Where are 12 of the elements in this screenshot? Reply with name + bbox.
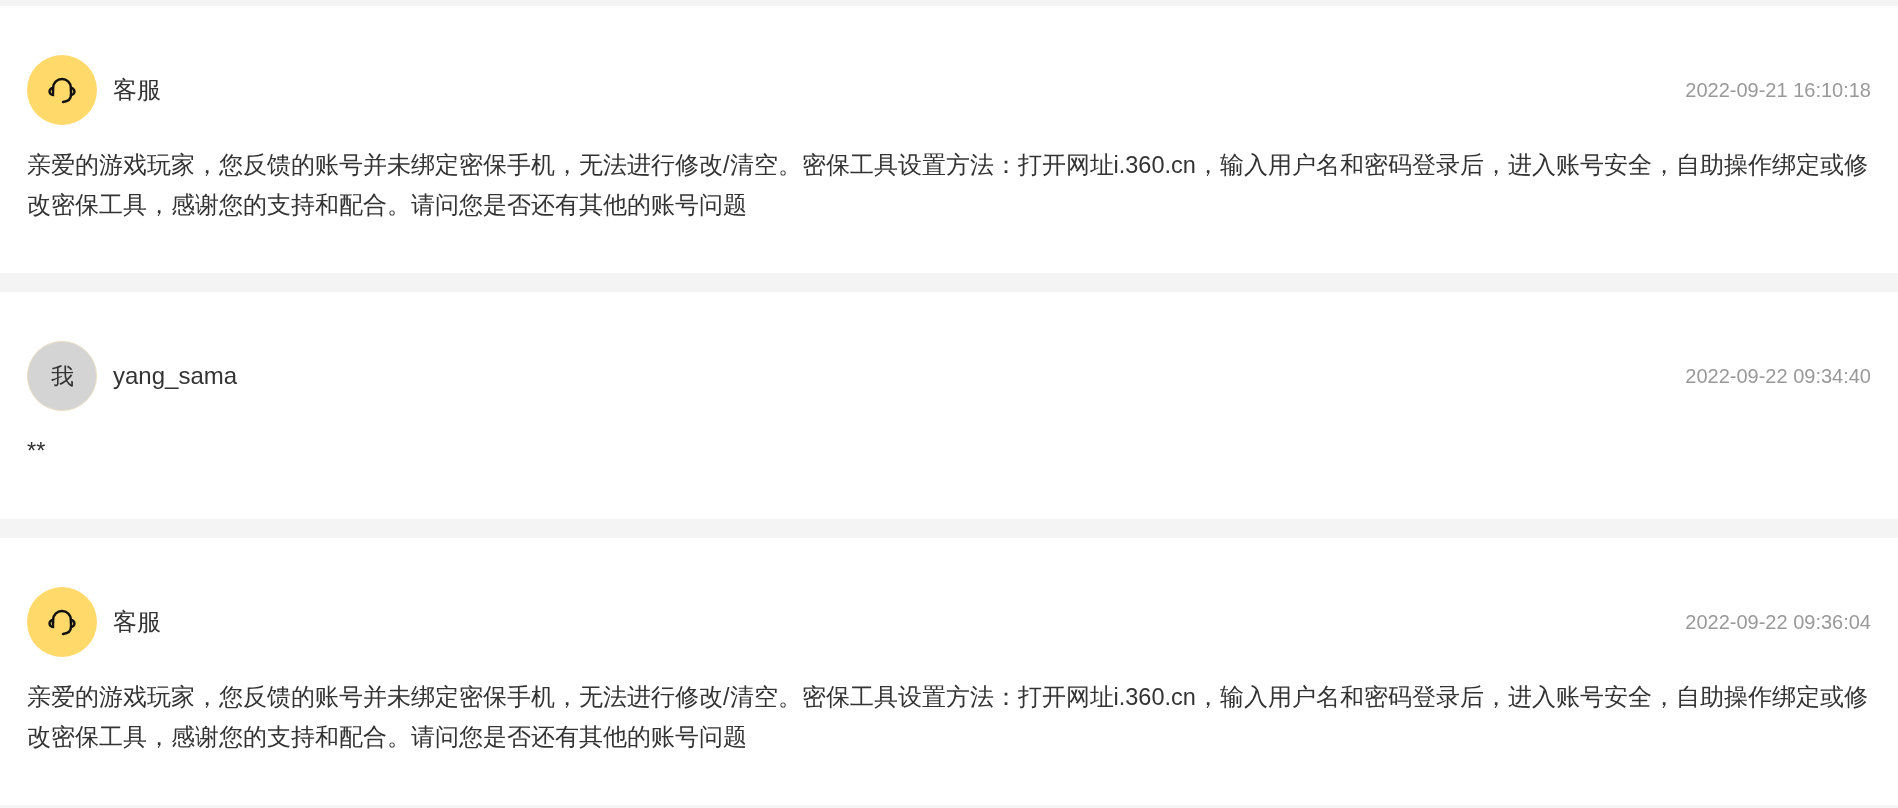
timestamp: 2022-09-22 09:36:04: [1685, 610, 1871, 634]
headset-icon: [48, 607, 76, 637]
timestamp: 2022-09-21 16:10:18: [1685, 78, 1871, 102]
timestamp: 2022-09-22 09:34:40: [1685, 364, 1871, 388]
sender-name: 客服: [113, 75, 161, 105]
message-text: **: [27, 437, 47, 466]
headset-icon: [48, 75, 76, 105]
sender-name: 客服: [113, 607, 161, 637]
message-text: 亲爱的游戏玩家，您反馈的账号并未绑定密保手机，无法进行修改/清空。密保工具设置方法：打开网址i.360.cn，输入用户名和密码登录后，进入账号安全，自助操作绑定或修改密保工具，感谢您的支持和配合。请问您是否还有其他的账号问题: [27, 151, 1869, 220]
message-text: 亲爱的游戏玩家，您反馈的账号并未绑定密保手机，无法进行修改/清空。密保工具设置方法：打开网址i.360.cn，输入用户名和密码登录后，进入账号安全，自助操作绑定或修改密保工具，感谢您的支持和配合。请问您是否还有其他的账号问题: [27, 683, 1869, 752]
sender-name: yang_sama: [113, 362, 238, 390]
avatar: 我: [27, 341, 97, 411]
